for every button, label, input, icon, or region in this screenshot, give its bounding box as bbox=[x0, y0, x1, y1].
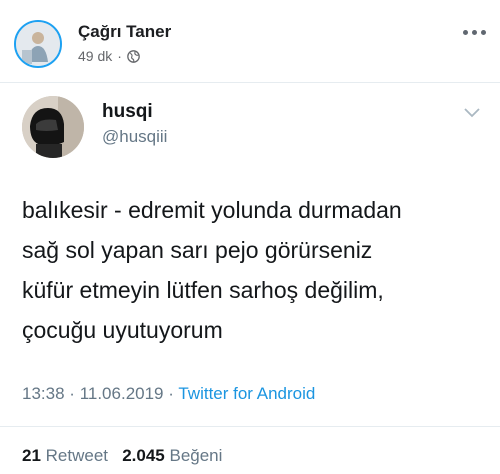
top-divider bbox=[0, 82, 500, 83]
tweet-text-line: çocuğu uyutuyorum bbox=[22, 317, 223, 343]
tweet-time[interactable]: 13:38 bbox=[22, 384, 65, 403]
tweet-text: balıkesir - edremit yolunda durmadan sağ… bbox=[22, 190, 482, 350]
author-avatar[interactable] bbox=[14, 20, 62, 68]
post-time[interactable]: 49 dk bbox=[78, 48, 112, 64]
post-header: Çağrı Taner 49 dk · bbox=[0, 0, 500, 82]
like-count[interactable]: 2.045 bbox=[122, 446, 165, 465]
meta-separator: · bbox=[168, 384, 174, 403]
more-dot bbox=[472, 30, 477, 35]
tweet-handle[interactable]: @husqiii bbox=[102, 127, 167, 147]
meta-separator: · bbox=[69, 384, 75, 403]
tweet-meta: 13:38 · 11.06.2019 · Twitter for Android bbox=[22, 384, 315, 404]
tweet-display-name[interactable]: husqi bbox=[102, 101, 153, 123]
retweet-count[interactable]: 21 bbox=[22, 446, 41, 465]
more-dot bbox=[463, 30, 468, 35]
tweet-text-line: sağ sol yapan sarı pejo görürseniz bbox=[22, 237, 373, 263]
tweet-stats: 21 Retweet 2.045 Beğeni bbox=[22, 446, 222, 466]
meta-separator: · bbox=[117, 48, 122, 64]
post-meta: 49 dk · bbox=[78, 48, 140, 64]
retweet-label[interactable]: Retweet bbox=[46, 446, 108, 465]
tweet-text-line: balıkesir - edremit yolunda durmadan bbox=[22, 197, 402, 223]
globe-icon[interactable] bbox=[127, 49, 140, 63]
tweet-avatar[interactable] bbox=[22, 96, 84, 158]
stats-divider bbox=[0, 426, 500, 427]
more-dot bbox=[481, 30, 486, 35]
author-name[interactable]: Çağrı Taner bbox=[78, 22, 171, 42]
more-horizontal-icon[interactable] bbox=[463, 30, 486, 35]
chevron-down-icon[interactable] bbox=[464, 108, 480, 118]
tweet-text-line: küfür etmeyin lütfen sarhoş değilim, bbox=[22, 277, 384, 303]
like-label[interactable]: Beğeni bbox=[169, 446, 222, 465]
tweet-source-link[interactable]: Twitter for Android bbox=[178, 384, 315, 403]
tweet-date[interactable]: 11.06.2019 bbox=[80, 384, 164, 403]
